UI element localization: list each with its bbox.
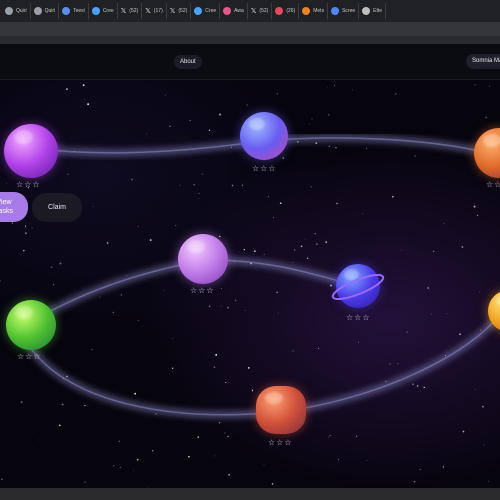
- browser-tab[interactable]: Cree: [89, 3, 118, 19]
- browser-tab-label: Awa: [234, 8, 244, 14]
- browser-tab-label: Mets: [313, 8, 325, 14]
- blue-pink-planet[interactable]: [240, 112, 288, 160]
- globe-icon: [194, 7, 203, 15]
- browser-tab[interactable]: (26): [272, 3, 300, 19]
- orange-planet-top-right-rating: ☆☆: [486, 180, 500, 189]
- lilac-crater-planet[interactable]: [178, 234, 228, 284]
- fox-icon: [302, 7, 311, 15]
- browser-tab[interactable]: 𝕏 (52): [248, 3, 273, 19]
- view-tasks-button[interactable]: View Tasks: [0, 192, 28, 222]
- browser-tab-label: Quiri: [16, 8, 27, 14]
- globe-icon: [5, 7, 13, 15]
- browser-tab-label: Cree: [205, 8, 217, 14]
- claim-button[interactable]: Claim: [32, 193, 82, 222]
- orbit-path: [24, 133, 500, 419]
- browser-tab[interactable]: Ette: [359, 3, 387, 19]
- lilac-crater-planet-rating: ☆☆☆: [190, 286, 215, 295]
- globe-icon: [362, 7, 371, 15]
- browser-tab-strip: Quiri Quiri Teesi Cree 𝕏 (52) 𝕏 (17) 𝕏 (52) Cree Aw…: [0, 0, 500, 22]
- browser-tab[interactable]: Mets: [299, 3, 329, 19]
- browser-tab-label: Teesi: [73, 8, 85, 14]
- browser-tab[interactable]: Quiri: [2, 3, 31, 19]
- bookmarks-bar: [0, 36, 500, 44]
- globe-icon: [91, 7, 100, 15]
- pin-icon: [223, 7, 232, 15]
- x-icon: 𝕏: [250, 7, 257, 15]
- taskbar: [0, 488, 500, 500]
- browser-toolbar: [0, 22, 500, 36]
- globe-icon: [33, 7, 42, 15]
- rocky-orange-planet-rating: ☆☆☆: [268, 438, 293, 447]
- web-page: About Somnia Ma ☆☆☆ ☆☆☆ ☆☆ View Tasks Cl…: [0, 44, 500, 488]
- browser-tab-label: (17): [153, 8, 163, 14]
- planet-ring: [331, 273, 385, 301]
- youtube-icon: [275, 7, 284, 15]
- browser-tab[interactable]: Teesi: [59, 3, 89, 19]
- browser-tab-label: Quiri: [44, 8, 56, 14]
- browser-tab[interactable]: Cree: [191, 3, 221, 19]
- browser-tab[interactable]: Quiri: [31, 3, 60, 19]
- browser-tab[interactable]: Scree: [328, 3, 360, 19]
- x-icon: 𝕏: [169, 7, 176, 15]
- browser-tab-label: (52): [178, 8, 188, 14]
- ringed-blue-planet-rating: ☆☆☆: [346, 313, 371, 322]
- browser-tab[interactable]: Awa: [220, 3, 248, 19]
- purple-swirl-planet[interactable]: [4, 124, 58, 178]
- x-icon: 𝕏: [120, 7, 127, 15]
- teams-icon: [62, 7, 71, 15]
- browser-tab[interactable]: 𝕏 (17): [142, 3, 167, 19]
- purple-swirl-planet-rating: ☆☆☆: [16, 180, 41, 189]
- browser-tab-label: (26): [286, 8, 296, 14]
- browser-tab-label: Cree: [102, 8, 114, 14]
- rocky-orange-planet[interactable]: [256, 386, 306, 434]
- browser-tab[interactable]: 𝕏 (52): [118, 3, 143, 19]
- green-planet[interactable]: [6, 300, 56, 350]
- browser-tab-label: Scree: [342, 8, 356, 14]
- browser-tab-label: (52): [259, 8, 269, 14]
- x-icon: 𝕏: [145, 7, 151, 15]
- blue-pink-planet-rating: ☆☆☆: [252, 164, 277, 173]
- browser-tab-label: (52): [129, 8, 139, 14]
- browser-tab-label: Ette: [373, 8, 383, 14]
- green-planet-rating: ☆☆☆: [17, 352, 42, 361]
- globe-icon: [331, 7, 340, 15]
- browser-tab[interactable]: 𝕏 (52): [167, 3, 192, 19]
